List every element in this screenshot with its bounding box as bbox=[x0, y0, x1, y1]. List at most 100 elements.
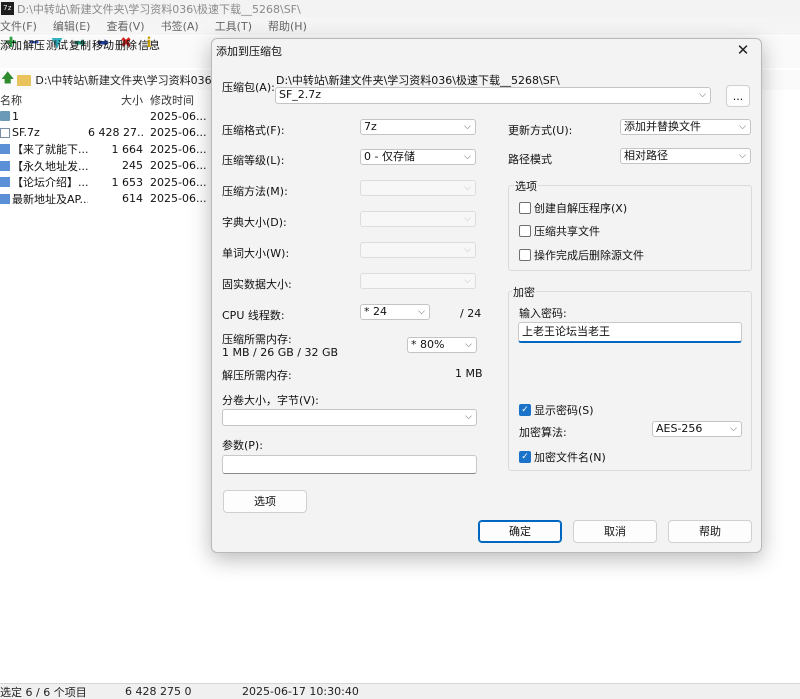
parameters-label: 参数(P): bbox=[222, 439, 263, 452]
folder-icon bbox=[17, 74, 32, 86]
file-size: 1 653 bbox=[111, 175, 144, 189]
update-mode-select[interactable]: 添加并替换文件 ⌵ bbox=[620, 119, 751, 135]
path-mode-select[interactable]: 相对路径 ⌵ bbox=[620, 148, 751, 164]
file-modified: 2025-06... bbox=[150, 126, 207, 140]
toolbar-label: 信息 bbox=[138, 39, 160, 52]
encryption-group-title: 加密 bbox=[512, 284, 536, 300]
column-name[interactable]: 名称 bbox=[0, 92, 88, 108]
archive-name-combo[interactable]: SF_2.7z ⌵ bbox=[275, 87, 711, 104]
archive-directory: D:\中转站\新建文件夹\学习资料036\极速下载__5268\SF\ bbox=[276, 74, 560, 87]
chevron-down-icon: ⌵ bbox=[464, 183, 471, 193]
chevron-down-icon: ⌵ bbox=[418, 307, 425, 317]
parameters-input[interactable] bbox=[222, 455, 477, 474]
solid-size-label: 固实数据大小: bbox=[222, 278, 292, 291]
level-value: 0 - 仅存储 bbox=[364, 150, 415, 163]
encryption-method-value: AES-256 bbox=[656, 422, 703, 435]
update-mode-value: 添加并替换文件 bbox=[624, 120, 701, 133]
password-label: 输入密码: bbox=[519, 307, 567, 320]
toolbar-test-check-button[interactable]: ▼ 测试 bbox=[46, 36, 68, 68]
menu-help[interactable]: 帮助(H) bbox=[268, 18, 307, 34]
toolbar-label: 添加 bbox=[0, 39, 22, 52]
doc-icon bbox=[0, 193, 10, 204]
chevron-down-icon: ⌵ bbox=[465, 412, 472, 422]
toolbar-label: 移动 bbox=[92, 39, 114, 52]
toolbar-label: 删除 bbox=[115, 39, 137, 52]
browse-button[interactable]: ... bbox=[726, 85, 750, 107]
shared-files-checkbox[interactable]: 压缩共享文件 bbox=[519, 223, 600, 239]
file-modified: 2025-06... bbox=[150, 109, 207, 123]
toolbar-delete-x-button[interactable]: ✖ 删除 bbox=[115, 36, 137, 68]
delete-after-checkbox[interactable]: 操作完成后删除源文件 bbox=[519, 247, 644, 263]
path-mode-label: 路径模式 bbox=[508, 153, 552, 166]
menu-edit[interactable]: 编辑(E) bbox=[53, 18, 91, 34]
show-password-checkbox[interactable]: ✓ 显示密码(S) bbox=[519, 402, 594, 418]
menu-tools[interactable]: 工具(T) bbox=[215, 18, 252, 34]
threads-value: * 24 bbox=[364, 305, 387, 318]
toolbar-plus-button[interactable]: ✚ 添加 bbox=[0, 36, 22, 68]
menu-file[interactable]: 文件(F) bbox=[0, 18, 37, 34]
file-name-text: 最新地址及AP... bbox=[12, 192, 88, 206]
encryption-method-select[interactable]: AES-256 ⌵ bbox=[652, 421, 742, 437]
compress-memory-label: 压缩所需内存: bbox=[222, 333, 292, 346]
chevron-down-icon: ⌵ bbox=[464, 152, 471, 162]
archive-label: 压缩包(A): bbox=[222, 81, 275, 94]
file-name: 【永久地址发... bbox=[0, 158, 88, 174]
volume-size-combo[interactable]: ⌵ bbox=[222, 409, 477, 426]
menu-bookmarks[interactable]: 书签(A) bbox=[161, 18, 199, 34]
toolbar-info-button[interactable]: ℹ 信息 bbox=[138, 36, 160, 68]
window-title: D:\中转站\新建文件夹\学习资料036\极速下载__5268\SF\ bbox=[17, 2, 301, 16]
sfx-checkbox[interactable]: 创建自解压程序(X) bbox=[519, 200, 627, 216]
checkbox-unchecked-icon bbox=[519, 202, 531, 214]
format-label: 压缩格式(F): bbox=[222, 124, 285, 137]
file-name-text: 【论坛介绍】... bbox=[12, 176, 88, 190]
memory-usage-select[interactable]: * 80% ⌵ bbox=[407, 337, 477, 353]
format-select[interactable]: 7z ⌵ bbox=[360, 119, 476, 135]
threads-max: / 24 bbox=[460, 307, 482, 320]
file-name-text: 【永久地址发... bbox=[12, 159, 88, 173]
column-size[interactable]: 大小 bbox=[88, 92, 143, 108]
chevron-down-icon: ⌵ bbox=[464, 276, 471, 286]
toolbar-label: 解压 bbox=[23, 39, 45, 52]
threads-label: CPU 线程数: bbox=[222, 309, 285, 322]
method-select[interactable]: ⌵ bbox=[360, 180, 476, 196]
dict-size-select[interactable]: ⌵ bbox=[360, 211, 476, 227]
column-modified[interactable]: 修改时间 bbox=[143, 92, 211, 108]
close-icon[interactable]: ✕ bbox=[733, 41, 753, 59]
menu-view[interactable]: 查看(V) bbox=[106, 18, 144, 34]
word-size-select[interactable]: ⌵ bbox=[360, 242, 476, 258]
toolbar-minus-button[interactable]: ━ 解压 bbox=[23, 36, 45, 68]
file-size: 245 bbox=[122, 159, 143, 173]
delete-after-label: 操作完成后删除源文件 bbox=[534, 249, 644, 262]
add-to-archive-dialog: 添加到压缩包 ✕ 压缩包(A): D:\中转站\新建文件夹\学习资料036\极速… bbox=[211, 38, 762, 553]
threads-select[interactable]: * 24 ⌵ bbox=[360, 304, 430, 320]
file-modified: 2025-06... bbox=[150, 175, 207, 189]
address-path[interactable]: D:\中转站\新建文件夹\学习资料036\极 bbox=[35, 72, 226, 88]
file-modified: 2025-06... bbox=[150, 192, 207, 206]
ok-button[interactable]: 确定 bbox=[478, 520, 562, 543]
dialog-title: 添加到压缩包 bbox=[216, 45, 282, 58]
sevenzip-app-icon: 7z bbox=[1, 2, 14, 15]
update-mode-label: 更新方式(U): bbox=[508, 124, 573, 137]
toolbar-label: 复制 bbox=[69, 39, 91, 52]
help-button[interactable]: 帮助 bbox=[668, 520, 752, 543]
solid-size-select[interactable]: ⌵ bbox=[360, 273, 476, 289]
file-name-text: 【来了就能下... bbox=[12, 143, 88, 157]
encrypt-names-checkbox[interactable]: ✓ 加密文件名(N) bbox=[519, 449, 606, 465]
level-select[interactable]: 0 - 仅存储 ⌵ bbox=[360, 149, 476, 165]
chevron-down-icon: ⌵ bbox=[699, 90, 706, 100]
file-name: 【论坛介绍】... bbox=[0, 174, 88, 190]
window-titlebar: 7z D:\中转站\新建文件夹\学习资料036\极速下载__5268\SF\ bbox=[0, 0, 800, 17]
toolbar-copy-arrow-button[interactable]: ➡ 复制 bbox=[69, 36, 91, 68]
status-size: 6 428 275 0 bbox=[125, 685, 192, 698]
file-size: 1 664 bbox=[111, 142, 144, 156]
options-button[interactable]: 选项 bbox=[223, 490, 307, 513]
password-input[interactable]: 上老王论坛当老王 bbox=[518, 322, 742, 343]
decompress-memory-label: 解压所需内存: bbox=[222, 369, 292, 382]
toolbar-move-arrow-button[interactable]: ➡ 移动 bbox=[92, 36, 114, 68]
chevron-down-icon: ⌵ bbox=[730, 424, 737, 434]
format-value: 7z bbox=[364, 120, 377, 133]
compress-memory-detail: 1 MB / 26 GB / 32 GB bbox=[222, 346, 339, 359]
cancel-button[interactable]: 取消 bbox=[573, 520, 657, 543]
up-arrow-icon[interactable]: 🡅 bbox=[1, 69, 14, 91]
dict-size-label: 字典大小(D): bbox=[222, 216, 287, 229]
